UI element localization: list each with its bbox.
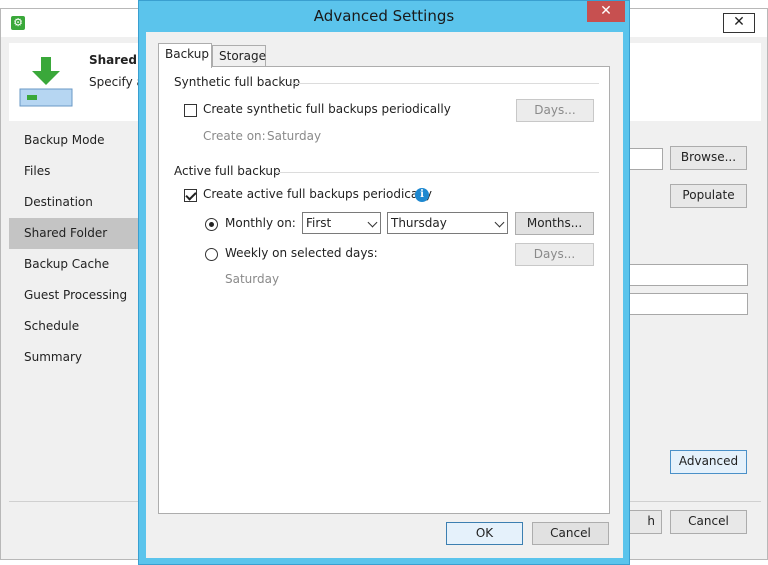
password-input[interactable] xyxy=(621,293,748,315)
chevron-down-icon xyxy=(494,217,505,228)
wizard-step-nav: Backup Mode Files Destination Shared Fol… xyxy=(9,125,139,373)
monthly-week-select[interactable]: First xyxy=(302,212,381,234)
synthetic-group-label: Synthetic full backup xyxy=(174,75,301,89)
wizard-step-subtitle: Specify a xyxy=(89,75,144,89)
username-input[interactable] xyxy=(621,264,748,286)
tab-storage[interactable]: Storage xyxy=(212,45,266,67)
create-on-label: Create on: xyxy=(203,129,266,143)
weekly-label: Weekly on selected days: xyxy=(225,246,378,260)
advanced-settings-dialog: Advanced Settings ✕ Backup Storage Synth… xyxy=(138,0,630,565)
dialog-content: Backup Storage Synthetic full backup Cre… xyxy=(146,32,623,558)
wizard-close-button[interactable]: ✕ xyxy=(723,13,755,33)
backup-tab-panel: Synthetic full backup Create synthetic f… xyxy=(158,66,610,514)
populate-button[interactable]: Populate xyxy=(670,184,747,208)
advanced-button[interactable]: Advanced xyxy=(670,450,747,474)
active-group-label: Active full backup xyxy=(174,164,281,178)
chevron-down-icon xyxy=(367,217,378,228)
nav-item-guest-processing[interactable]: Guest Processing xyxy=(9,280,139,311)
monthly-day-value: Thursday xyxy=(391,216,447,230)
dialog-close-button[interactable]: ✕ xyxy=(587,1,625,22)
info-icon[interactable]: i xyxy=(415,188,429,202)
nav-item-backup-cache[interactable]: Backup Cache xyxy=(9,249,139,280)
nav-item-summary[interactable]: Summary xyxy=(9,342,139,373)
weekly-days-button[interactable]: Days... xyxy=(515,243,594,266)
monthly-week-value: First xyxy=(306,216,332,230)
wizard-cancel-button[interactable]: Cancel xyxy=(670,510,747,534)
active-group-divider xyxy=(275,172,599,173)
synthetic-group-divider xyxy=(291,83,599,84)
active-full-checkbox[interactable] xyxy=(184,189,197,202)
create-on-value: Saturday xyxy=(267,129,322,143)
synthetic-days-button[interactable]: Days... xyxy=(516,99,594,122)
cancel-button[interactable]: Cancel xyxy=(532,522,609,545)
synthetic-full-label: Create synthetic full backups periodical… xyxy=(203,102,451,116)
browse-button[interactable]: Browse... xyxy=(670,146,747,170)
weekly-radio[interactable] xyxy=(205,248,218,261)
dialog-title: Advanced Settings xyxy=(313,7,455,25)
nav-item-shared-folder[interactable]: Shared Folder xyxy=(9,218,139,249)
monthly-radio[interactable] xyxy=(205,218,218,231)
download-icon xyxy=(19,57,73,107)
tab-backup[interactable]: Backup xyxy=(158,43,212,68)
nav-item-schedule[interactable]: Schedule xyxy=(9,311,139,342)
nav-item-backup-mode[interactable]: Backup Mode xyxy=(9,125,139,156)
active-full-label: Create active full backups periodically xyxy=(203,187,433,201)
nav-item-destination[interactable]: Destination xyxy=(9,187,139,218)
nav-item-files[interactable]: Files xyxy=(9,156,139,187)
ok-button[interactable]: OK xyxy=(446,522,523,545)
monthly-label: Monthly on: xyxy=(225,216,296,230)
synthetic-full-checkbox[interactable] xyxy=(184,104,197,117)
gear-icon: ⚙ xyxy=(11,16,25,30)
weekly-value: Saturday xyxy=(225,272,280,286)
monthly-day-select[interactable]: Thursday xyxy=(387,212,508,234)
months-button[interactable]: Months... xyxy=(515,212,594,235)
finish-button[interactable]: h xyxy=(625,510,662,534)
